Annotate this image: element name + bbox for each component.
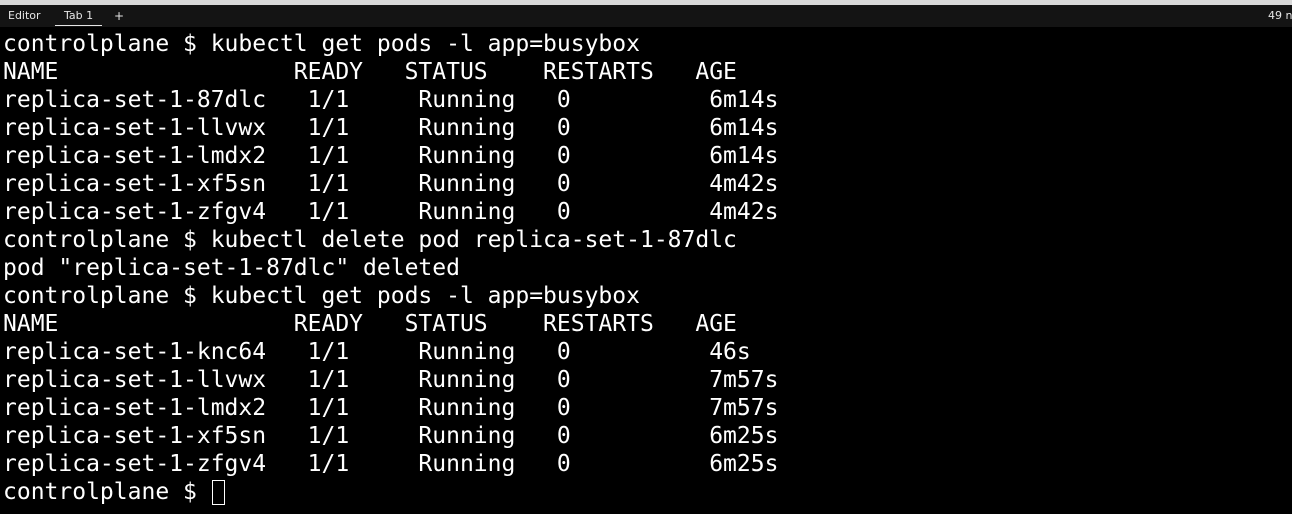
terminal-line: controlplane $ kubectl get pods -l app=b…: [3, 283, 640, 309]
terminal-output[interactable]: controlplane $ kubectl get pods -l app=b…: [3, 30, 1289, 514]
terminal-line: pod "replica-set-1-87dlc" deleted: [3, 255, 460, 281]
terminal-line: controlplane $ kubectl get pods -l app=b…: [3, 31, 640, 57]
terminal-line: NAME READY STATUS RESTARTS AGE: [3, 311, 737, 337]
terminal-line: NAME READY STATUS RESTARTS AGE: [3, 59, 737, 85]
new-tab-button[interactable]: +: [114, 9, 124, 23]
terminal-line: replica-set-1-lmdx2 1/1 Running 0 6m14s: [3, 143, 779, 169]
tab-1[interactable]: Tab 1: [55, 9, 103, 26]
terminal-line: replica-set-1-lmdx2 1/1 Running 0 7m57s: [3, 395, 779, 421]
terminal-line: controlplane $ kubectl delete pod replic…: [3, 227, 737, 253]
terminal-line: replica-set-1-zfgv4 1/1 Running 0 6m25s: [3, 451, 779, 477]
prompt-text: controlplane $: [3, 479, 211, 505]
terminal-line: replica-set-1-xf5sn 1/1 Running 0 6m25s: [3, 423, 779, 449]
terminal-line: replica-set-1-llvwx 1/1 Running 0 6m14s: [3, 115, 779, 141]
editor-tab[interactable]: Editor: [8, 9, 41, 23]
prompt-line[interactable]: controlplane $: [3, 478, 1289, 506]
cursor: [211, 480, 225, 505]
terminal-line: replica-set-1-xf5sn 1/1 Running 0 4m42s: [3, 171, 779, 197]
terminal-line: replica-set-1-zfgv4 1/1 Running 0 4m42s: [3, 199, 779, 225]
terminal-line: replica-set-1-87dlc 1/1 Running 0 6m14s: [3, 87, 779, 113]
tab-bar: Editor Tab 1 + 49 n: [0, 5, 1292, 27]
terminal-line: replica-set-1-knc64 1/1 Running 0 46s: [3, 339, 751, 365]
session-timer: 49 n: [1268, 9, 1292, 22]
terminal-line: replica-set-1-llvwx 1/1 Running 0 7m57s: [3, 367, 779, 393]
